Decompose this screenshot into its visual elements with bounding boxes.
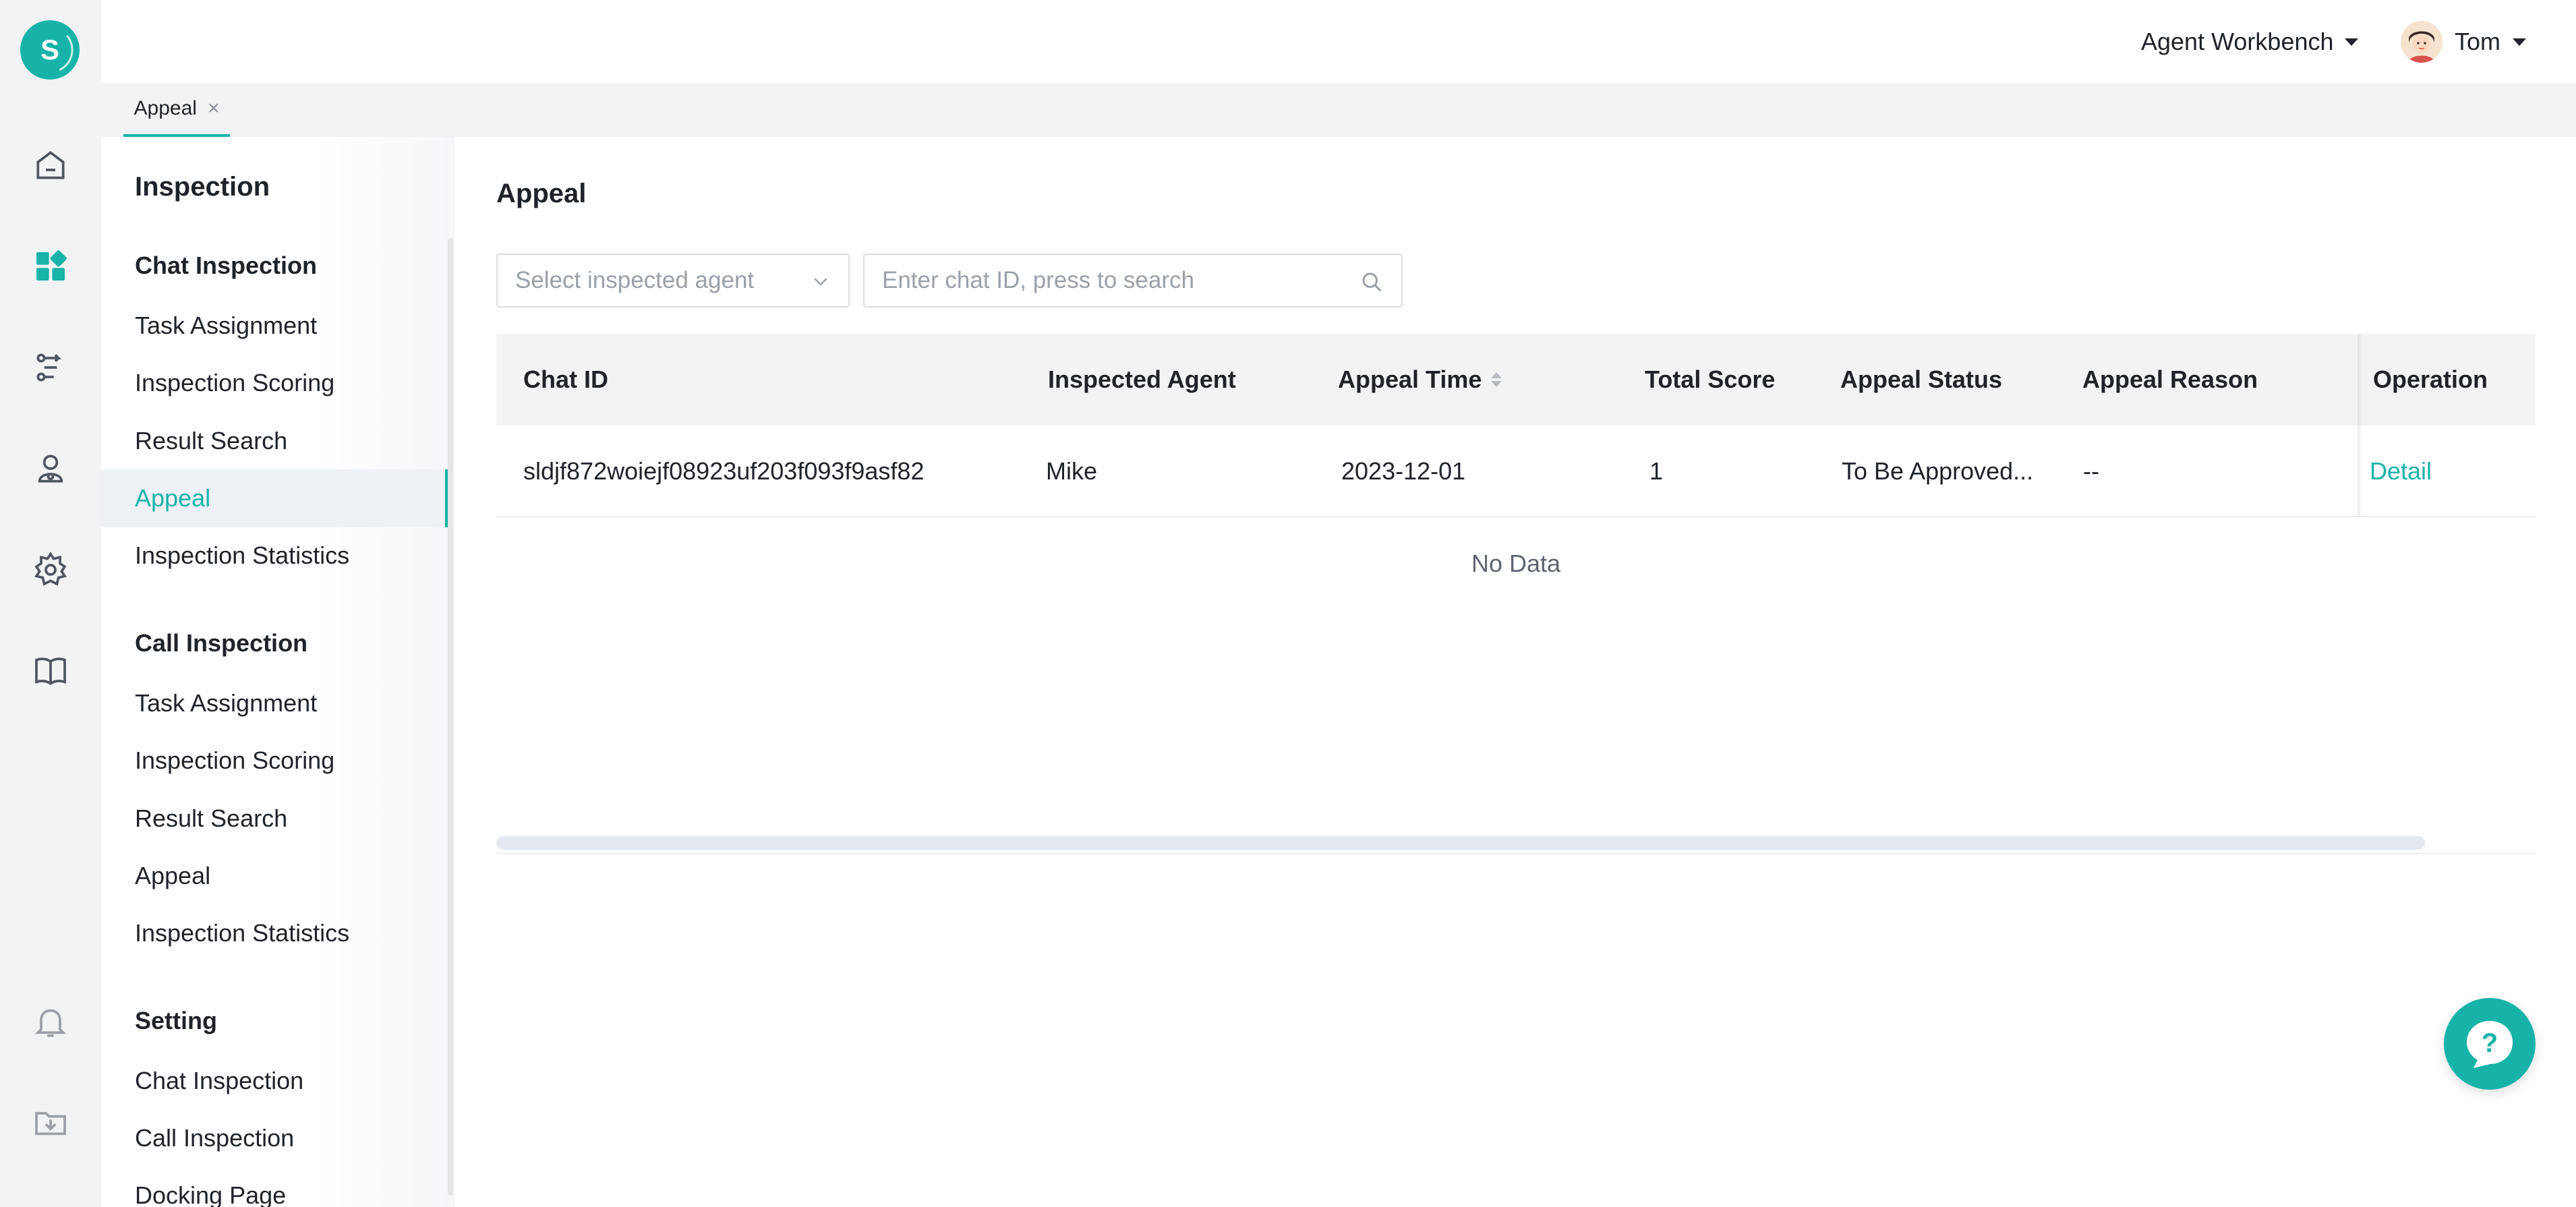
logo-icon: S xyxy=(26,26,74,73)
select-placeholder: Select inspected agent xyxy=(515,267,755,293)
sidebar-item-call-inspection[interactable]: Call Inspection xyxy=(101,1109,448,1167)
chevron-down-icon xyxy=(814,278,827,286)
tab-appeal[interactable]: Appeal × xyxy=(123,83,230,137)
column-header-chat-id: Chat ID xyxy=(523,365,608,393)
avatar xyxy=(2401,21,2442,63)
workbench-switcher[interactable]: Agent Workbench xyxy=(2141,26,2358,58)
sidebar-item-task-assignment[interactable]: Task Assignment xyxy=(101,297,448,355)
horizontal-scrollbar[interactable] xyxy=(496,836,2425,850)
column-header-appeal-time[interactable]: Appeal Time xyxy=(1338,334,1502,425)
user-menu[interactable]: Tom xyxy=(2401,19,2527,65)
cell-chat-id: sldjf872woiejf08923uf203f093f9asf82 xyxy=(523,457,925,485)
download-folder-icon[interactable] xyxy=(30,1102,71,1143)
sidebar-item-inspection-statistics[interactable]: Inspection Statistics xyxy=(101,527,448,585)
column-header-appeal-reason: Appeal Reason xyxy=(2082,365,2258,393)
column-header-operation: Operation xyxy=(2373,365,2488,393)
settings-icon[interactable] xyxy=(30,550,71,590)
page-title: Appeal xyxy=(496,179,587,208)
top-header: Agent Workbench Tom xyxy=(101,0,2576,83)
tab-label: Appeal xyxy=(134,97,197,119)
home-icon[interactable] xyxy=(30,145,71,185)
column-header-appeal-status: Appeal Status xyxy=(1840,365,2003,393)
detail-link[interactable]: Detail xyxy=(2370,425,2432,517)
search-icon[interactable] xyxy=(1359,270,1384,294)
cell-appeal-reason: -- xyxy=(2083,457,2099,485)
table-bottom-divider xyxy=(496,853,2536,854)
svg-text:S: S xyxy=(40,34,59,65)
table-header: Chat ID Inspected Agent Appeal Time Tota… xyxy=(496,334,2536,425)
cell-appeal-status: To Be Approved... xyxy=(1842,457,2034,485)
help-chat-icon: ? xyxy=(2467,1021,2513,1068)
sidebar-group-call-inspection: Call Inspection xyxy=(135,629,308,657)
sidebar-item-inspection-statistics[interactable]: Inspection Statistics xyxy=(101,904,448,962)
cell-total-score: 1 xyxy=(1649,457,1664,485)
sidebar-item-appeal[interactable]: Appeal xyxy=(101,469,448,527)
dashboard-icon[interactable] xyxy=(30,246,71,287)
left-nav-rail: S xyxy=(0,0,101,1207)
sidebar-item-appeal[interactable]: Appeal xyxy=(101,847,448,905)
appeal-time-label: Appeal Time xyxy=(1338,365,1482,393)
column-header-inspected-agent: Inspected Agent xyxy=(1048,365,1236,393)
table-row: sldjf872woiejf08923uf203f093f9asf82 Mike… xyxy=(496,425,2536,517)
column-header-total-score: Total Score xyxy=(1645,365,1776,393)
sidebar-item-task-assignment[interactable]: Task Assignment xyxy=(101,674,448,732)
chevron-down-icon xyxy=(2513,38,2527,46)
chevron-down-icon xyxy=(2344,38,2358,46)
appeal-table: Chat ID Inspected Agent Appeal Time Tota… xyxy=(496,334,2536,854)
section-sidebar: Inspection Chat Inspection Task Assignme… xyxy=(101,137,455,1207)
search-placeholder: Enter chat ID, press to search xyxy=(882,267,1194,293)
sidebar-item-result-search[interactable]: Result Search xyxy=(101,412,448,470)
route-icon[interactable] xyxy=(30,347,71,388)
sort-icon[interactable] xyxy=(1491,372,1502,387)
sidebar-item-result-search[interactable]: Result Search xyxy=(101,790,448,848)
sidebar-item-inspection-scoring[interactable]: Inspection Scoring xyxy=(101,732,448,790)
workbench-label: Agent Workbench xyxy=(2141,28,2334,55)
sidebar-item-docking-page[interactable]: Docking Page xyxy=(101,1167,448,1207)
inspected-agent-select[interactable]: Select inspected agent xyxy=(496,254,850,307)
agent-icon[interactable] xyxy=(30,448,71,489)
sidebar-scrollbar[interactable] xyxy=(448,238,453,1196)
sidebar-group-setting: Setting xyxy=(135,1007,217,1034)
cell-agent: Mike xyxy=(1046,457,1098,485)
chat-id-search-input[interactable]: Enter chat ID, press to search xyxy=(863,254,1403,307)
app-logo[interactable]: S xyxy=(20,20,80,80)
close-icon[interactable]: × xyxy=(208,97,220,120)
user-name: Tom xyxy=(2455,28,2501,55)
sidebar-group-chat-inspection: Chat Inspection xyxy=(135,252,318,279)
main-content: Appeal Select inspected agent Enter chat… xyxy=(455,137,2576,1207)
bell-icon[interactable] xyxy=(30,1001,71,1042)
sidebar-title: Inspection xyxy=(135,172,270,202)
help-button[interactable]: ? xyxy=(2444,998,2536,1090)
svg-text:?: ? xyxy=(2482,1028,2498,1058)
tab-strip: Appeal × xyxy=(101,83,2576,137)
empty-state-text: No Data xyxy=(1471,550,1561,577)
fixed-column-shadow xyxy=(2358,334,2363,517)
sidebar-item-inspection-scoring[interactable]: Inspection Scoring xyxy=(101,354,448,412)
book-icon[interactable] xyxy=(30,651,71,691)
sidebar-item-chat-inspection[interactable]: Chat Inspection xyxy=(101,1052,448,1110)
cell-appeal-time: 2023-12-01 xyxy=(1341,457,1466,485)
